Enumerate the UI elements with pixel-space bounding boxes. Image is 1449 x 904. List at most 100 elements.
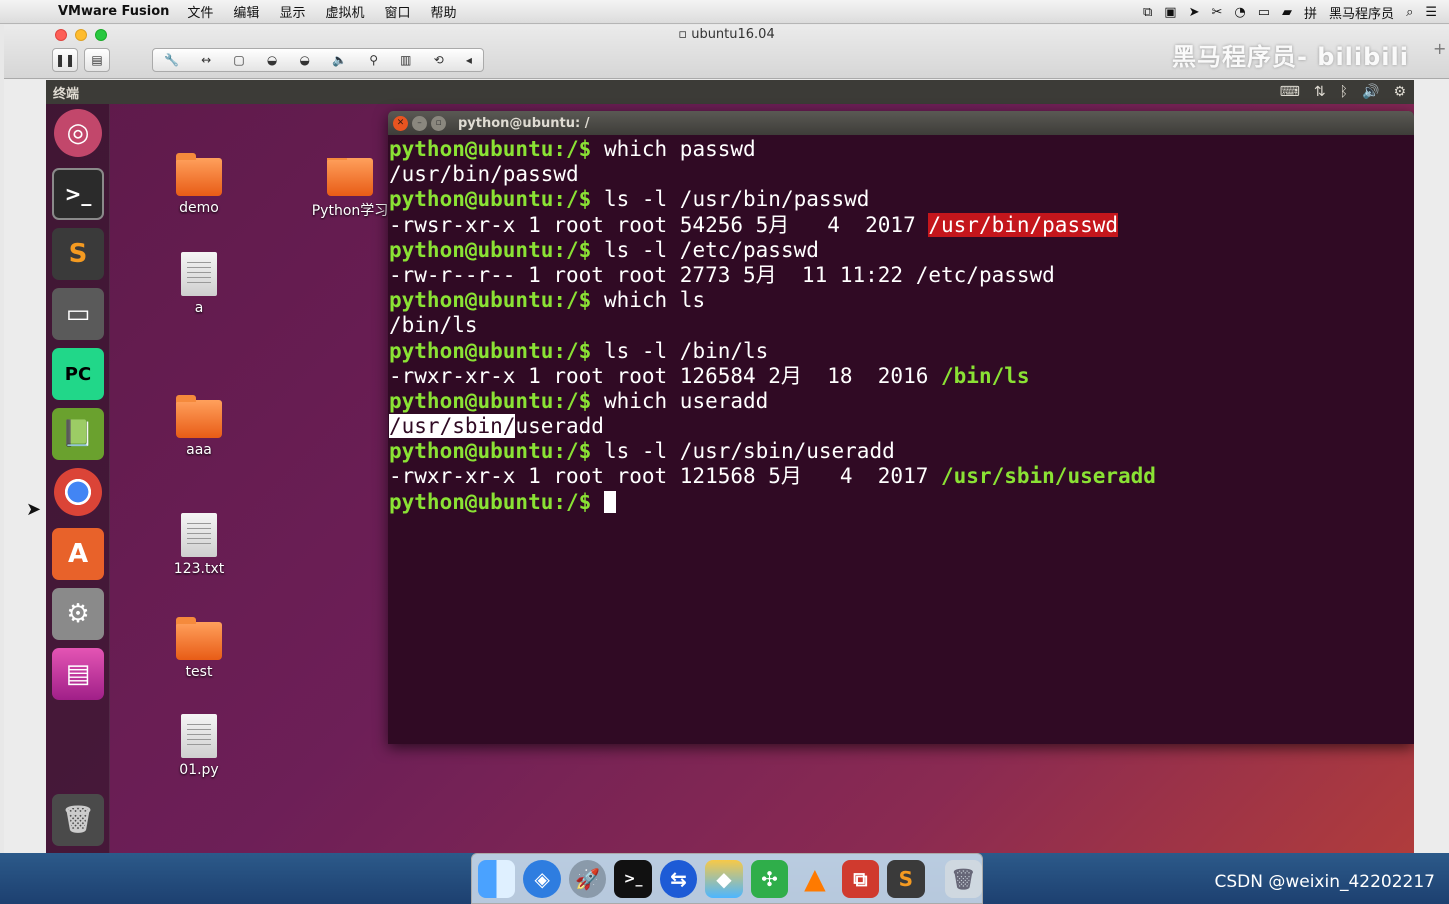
folder-icon xyxy=(176,153,222,196)
command-text: which passwd xyxy=(603,137,756,161)
cd-icon[interactable]: ◒ xyxy=(267,53,277,67)
sublime-dock-icon[interactable]: S xyxy=(887,859,925,898)
suspend-button[interactable]: ❚❚ xyxy=(52,48,78,72)
mac-menubar: VMware Fusion 文件 编辑 显示 虚拟机 窗口 帮助 ⧉ ▣ ➤ ✂… xyxy=(0,0,1449,24)
menu-view[interactable]: 显示 xyxy=(279,2,305,21)
network-icon[interactable]: ↔ xyxy=(201,53,211,67)
shell-prompt: python@ubuntu:/$ xyxy=(389,288,604,313)
text-file-icon xyxy=(181,252,217,296)
spotlight-search-icon[interactable]: ⌕ xyxy=(1406,5,1413,20)
camera-icon[interactable]: ▣ xyxy=(1164,5,1176,20)
menu-edit[interactable]: 编辑 xyxy=(233,2,259,21)
mac-terminal-icon[interactable]: >_ xyxy=(614,859,652,898)
shell-prompt: python@ubuntu:/$ xyxy=(389,388,604,413)
desktop-file-01py[interactable]: 01.py xyxy=(154,714,244,778)
output-text: /bin/ls xyxy=(389,313,478,338)
screen-mirror-icon[interactable]: ⧉ xyxy=(1143,5,1152,20)
ls-filename: /usr/bin/passwd xyxy=(928,212,1119,237)
chevron-left-icon[interactable]: ◂ xyxy=(466,53,472,67)
wifi-icon[interactable]: ◔ xyxy=(1234,5,1245,20)
terminal-title: python@ubuntu: / xyxy=(458,115,590,131)
maps-icon[interactable]: ◆ xyxy=(705,859,743,898)
trash-dock-icon[interactable]: 🗑 xyxy=(944,859,982,898)
teamviewer-icon[interactable]: ⇆ xyxy=(659,859,698,898)
menu-vm[interactable]: 虚拟机 xyxy=(325,2,364,21)
ubuntu-top-panel: 终端 ⌨ ⇅ ᛒ 🔊 ⚙ xyxy=(46,80,1414,104)
user-name-label[interactable]: 黑马程序员 xyxy=(1329,3,1394,22)
output-text: -rw-r--r-- 1 root root 2773 5月 11 11:22 … xyxy=(389,262,1055,287)
vlc-icon[interactable]: ▲ xyxy=(796,860,833,898)
menu-window[interactable]: 窗口 xyxy=(384,2,410,21)
bluetooth-icon[interactable]: ᛒ xyxy=(1340,84,1348,100)
terminal-line: python@ubuntu:/$ which useradd xyxy=(389,389,1414,414)
sublime-text-icon[interactable]: S xyxy=(52,228,104,280)
snapshot-button[interactable]: ▤ xyxy=(84,48,110,72)
command-text: ls -l /usr/sbin/useradd xyxy=(603,439,895,464)
keyboard-icon[interactable]: ⌨ xyxy=(1280,84,1300,100)
output-text: useradd xyxy=(515,414,604,439)
add-tab-icon[interactable]: + xyxy=(1433,39,1449,59)
usb-icon[interactable]: ⚲ xyxy=(369,53,378,67)
battery-icon[interactable]: ▰ xyxy=(1282,5,1292,20)
network-arrows-icon[interactable]: ⇅ xyxy=(1314,84,1326,100)
settings-wrench-icon[interactable]: 🔧 xyxy=(164,53,179,67)
terminal-close-button[interactable]: ✕ xyxy=(393,115,408,131)
terminal-line: /usr/bin/passwd xyxy=(389,162,1414,187)
mouse-pointer-icon: ➤ xyxy=(26,499,42,520)
terminal-maximize-button[interactable]: ▫ xyxy=(431,115,446,131)
desktop-folder-python[interactable]: Python学习 xyxy=(310,158,390,220)
desktop-folder-demo[interactable]: demo xyxy=(154,153,244,216)
input-method-icon[interactable]: 拼 xyxy=(1304,3,1317,22)
notification-list-icon[interactable]: ☰ xyxy=(1425,5,1437,20)
ls-listing-text: -rwxr-xr-x 1 root root 121568 5月 4 2017 xyxy=(389,464,942,489)
text-file-icon xyxy=(181,513,217,557)
command-text: ls -l /usr/bin/passwd xyxy=(603,187,870,212)
launchpad-rocket-icon[interactable]: 🚀 xyxy=(568,859,607,898)
ls-listing-text: -rwsr-xr-x 1 root root 54256 5月 4 2017 xyxy=(389,212,929,237)
desktop-folder-aaa[interactable]: aaa xyxy=(154,395,244,458)
indicator-area: ⌨ ⇅ ᛒ 🔊 ⚙ xyxy=(1280,80,1406,104)
pycharm-icon[interactable]: PC xyxy=(52,348,104,400)
files-cabinet-icon[interactable]: ▭ xyxy=(52,288,104,340)
software-center-icon[interactable]: A xyxy=(52,528,104,580)
vmware-fusion-icon[interactable]: ⧉ xyxy=(841,859,880,898)
terminal-output[interactable]: python@ubuntu:/$ which passwd/usr/bin/pa… xyxy=(388,135,1414,515)
ubuntu-dash-icon[interactable]: ◎ xyxy=(54,109,102,157)
menu-file[interactable]: 文件 xyxy=(187,2,213,21)
desktop-file-a[interactable]: a xyxy=(154,252,244,316)
terminal-line: -rwsr-xr-x 1 root root 54256 5月 4 2017 /… xyxy=(389,212,1414,238)
airplay-icon[interactable]: ▭ xyxy=(1258,5,1270,20)
desktop-folder-test[interactable]: test xyxy=(154,617,244,680)
terminal-line: -rwxr-xr-x 1 root root 121568 5月 4 2017 … xyxy=(389,464,1414,489)
send-icon[interactable]: ➤ xyxy=(1189,5,1200,20)
folder-icon xyxy=(327,158,373,196)
volume-icon[interactable]: 🔊 xyxy=(1362,84,1379,100)
text-cursor[interactable] xyxy=(603,490,616,513)
output-text: /usr/bin/passwd xyxy=(389,162,579,187)
vm-file-icon: ▫ xyxy=(678,27,692,42)
safari-icon[interactable]: ◈ xyxy=(523,859,561,898)
terminal-window[interactable]: ✕ – ▫ python@ubuntu: / python@ubuntu:/$ … xyxy=(388,111,1414,744)
selected-text: /usr/sbin/ xyxy=(389,414,516,439)
disk-icon[interactable]: ▢ xyxy=(233,53,244,67)
book-icon[interactable]: 📗 xyxy=(52,408,104,460)
tools-icon[interactable]: ✂ xyxy=(1211,5,1222,20)
app-name-menu[interactable]: VMware Fusion xyxy=(58,4,169,19)
xmind-icon[interactable]: ✣ xyxy=(750,859,789,898)
menu-help[interactable]: 帮助 xyxy=(430,2,456,21)
terminal-launcher-icon[interactable]: >_ xyxy=(52,168,104,220)
desktop-file-123txt[interactable]: 123.txt xyxy=(154,513,244,577)
system-gear-icon[interactable]: ⚙ xyxy=(1393,84,1406,100)
terminal-line: python@ubuntu:/$ which ls xyxy=(389,288,1414,313)
sound-icon[interactable]: 🔈 xyxy=(332,53,347,67)
finder-icon[interactable] xyxy=(478,859,516,898)
system-settings-icon[interactable]: ⚙ xyxy=(52,588,104,640)
shell-prompt: python@ubuntu:/$ xyxy=(389,137,604,161)
camera-device-icon[interactable]: ◒ xyxy=(299,53,309,67)
floppy-icon[interactable]: ▥ xyxy=(400,53,411,67)
terminal-minimize-button[interactable]: – xyxy=(412,115,427,131)
workspace-switcher-icon[interactable]: ▤ xyxy=(52,648,104,700)
trash-launcher-icon[interactable]: 🗑 xyxy=(52,794,104,846)
share-icon[interactable]: ⟲ xyxy=(434,53,444,67)
chrome-icon[interactable] xyxy=(54,468,102,516)
